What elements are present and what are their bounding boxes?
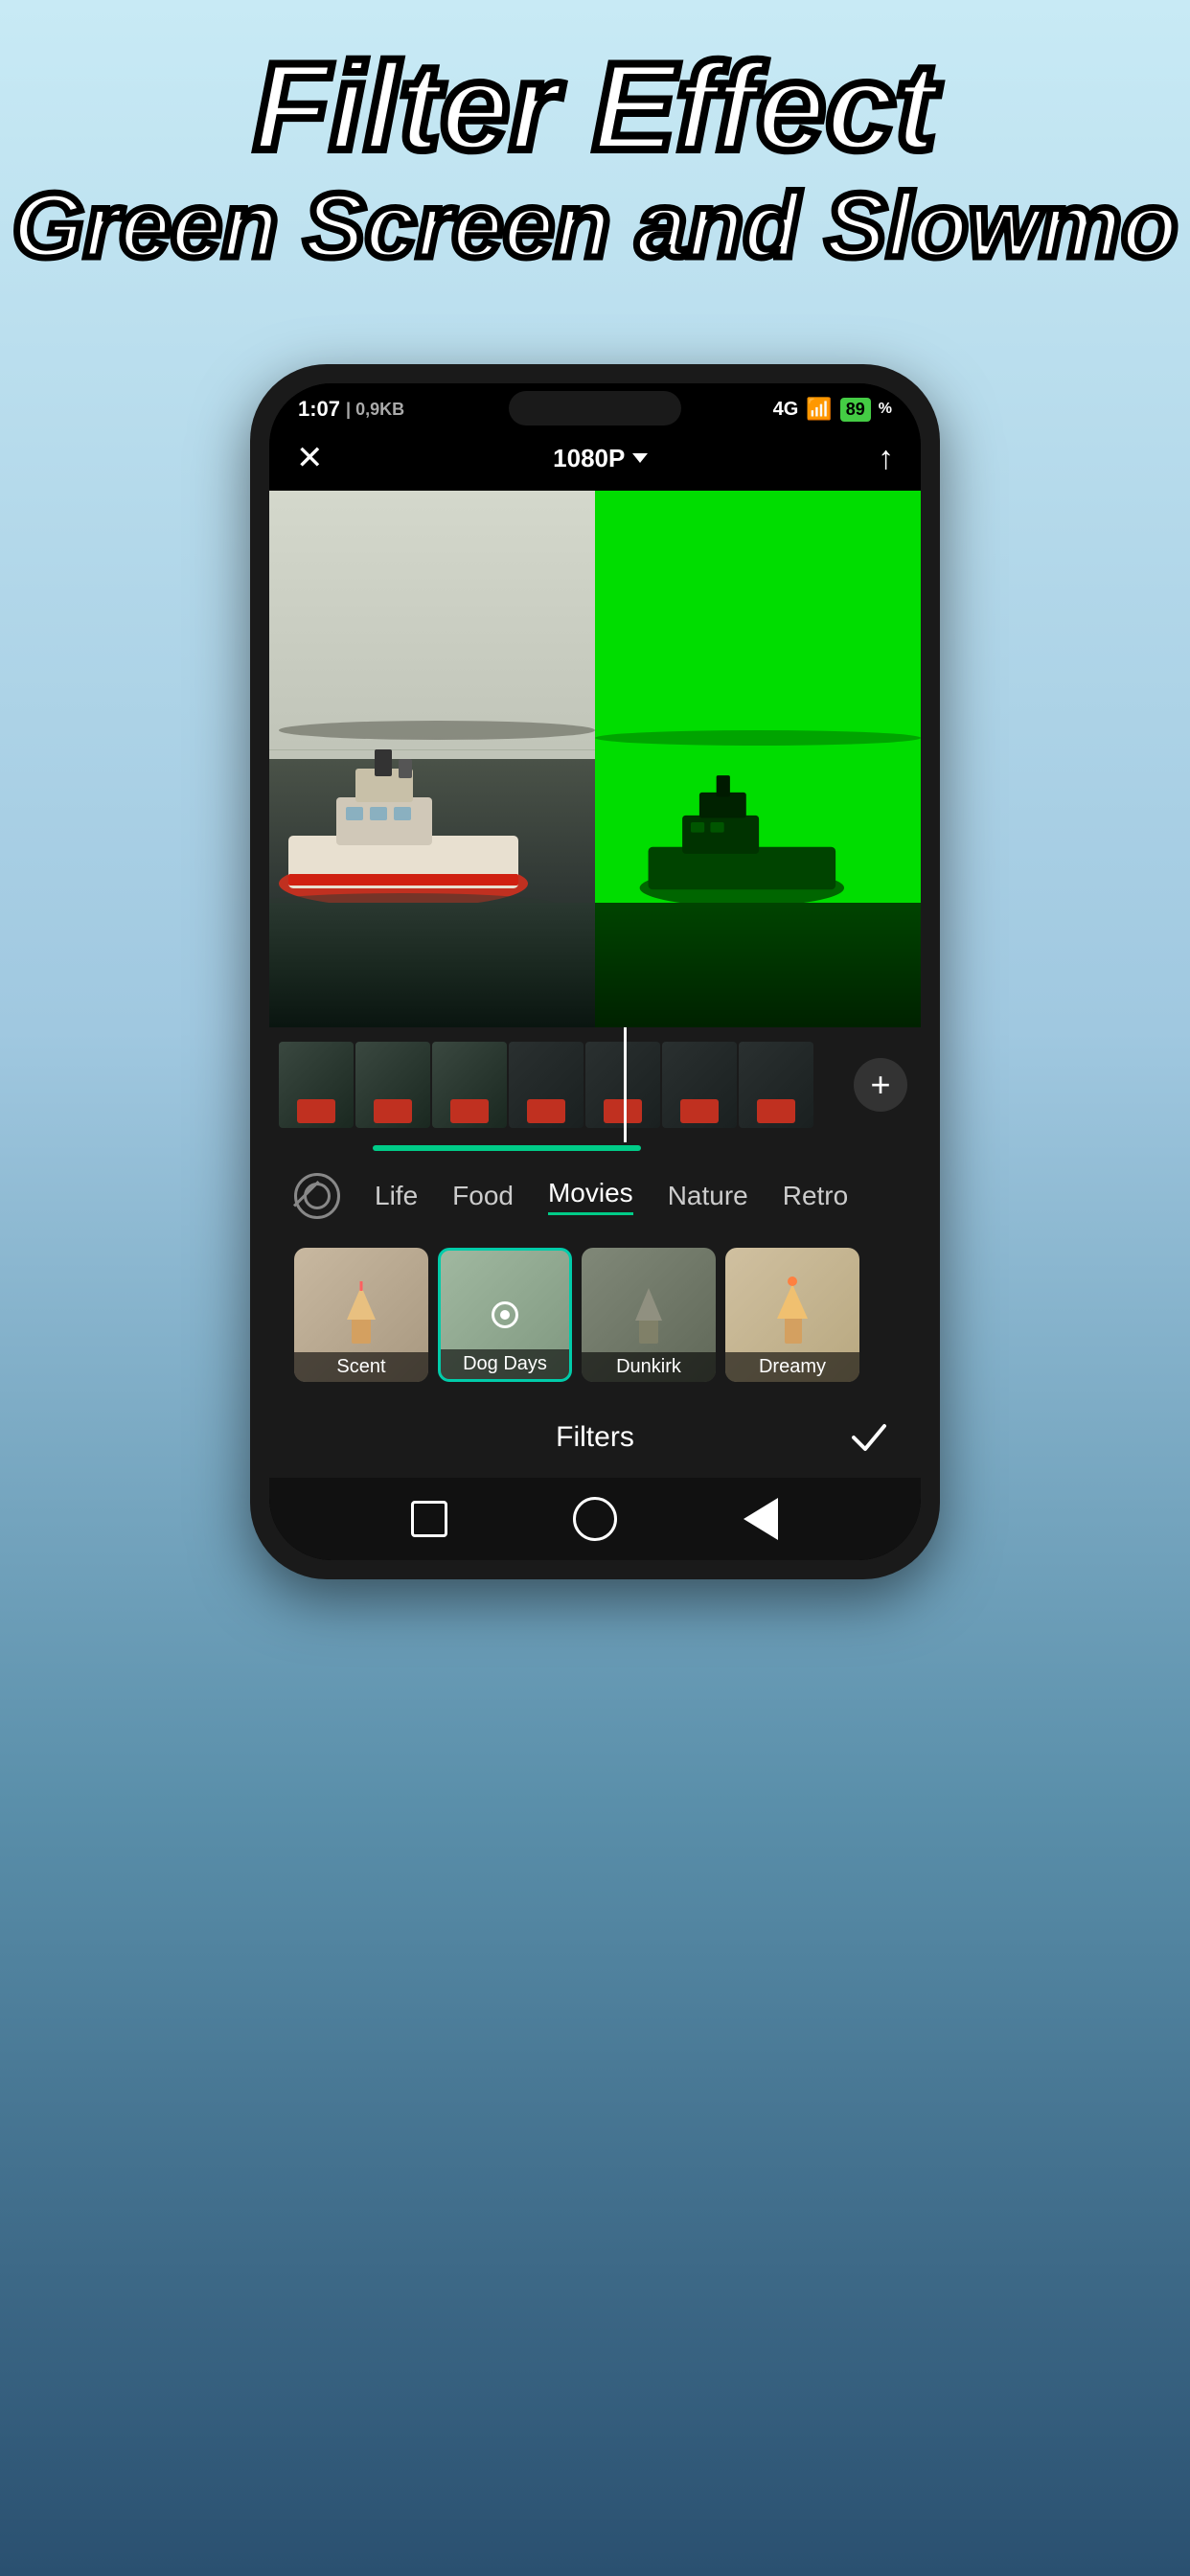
signal-indicator: 4G	[773, 399, 799, 421]
filter-thumb-dreamy[interactable]: Dreamy	[725, 1248, 859, 1382]
filter-thumb-dunkirk[interactable]: Dunkirk	[582, 1248, 716, 1382]
timeline-clip-1[interactable]	[279, 1042, 354, 1128]
status-time: 1:07	[298, 397, 340, 422]
iphone-frame: 1:07 | 0,9KB 4G 📶 89 % ✕ 1080P ↑	[250, 364, 940, 1579]
filter-thumb-scent[interactable]: Scent	[294, 1248, 428, 1382]
filter-selected-dot	[492, 1301, 518, 1328]
dunkirk-thumb-art	[620, 1276, 677, 1353]
timeline-strip	[269, 1042, 854, 1128]
filter-thumbs-area: Scent Dog Days	[269, 1238, 921, 1401]
bg-boats-right	[595, 730, 921, 746]
timeline-clip-4[interactable]	[509, 1042, 584, 1128]
video-preview	[269, 491, 921, 1027]
filter-categories: Life Food Movies Nature Retro	[269, 1154, 921, 1238]
timeline-add-button[interactable]: +	[854, 1058, 907, 1112]
filter-label: Filters	[556, 1421, 634, 1454]
filter-label-scent: Scent	[294, 1352, 428, 1382]
timeline-clip-6[interactable]	[662, 1042, 737, 1128]
dreamy-thumb-art	[764, 1276, 821, 1353]
filter-label-dunkirk: Dunkirk	[582, 1352, 716, 1382]
filter-label-dreamy: Dreamy	[725, 1352, 859, 1382]
water-left	[269, 903, 595, 1027]
nav-home-button[interactable]	[571, 1495, 619, 1543]
status-data: | 0,9KB	[346, 400, 404, 420]
title-line2: Green Screen and Slowmo	[0, 175, 1190, 277]
nav-home-icon	[573, 1497, 617, 1541]
quality-label: 1080P	[553, 444, 625, 473]
title-area: Filter Effect Green Screen and Slowmo	[0, 38, 1190, 277]
filter-cat-food[interactable]: Food	[452, 1181, 514, 1211]
video-left-panel	[269, 491, 595, 1027]
quality-selector[interactable]: 1080P	[553, 444, 648, 473]
bg-boats-left	[279, 721, 595, 740]
nav-square-button[interactable]	[405, 1495, 453, 1543]
filter-cat-movies[interactable]: Movies	[548, 1178, 633, 1215]
close-button[interactable]: ✕	[296, 439, 324, 477]
chevron-down-icon	[632, 453, 648, 463]
timeline-playhead	[624, 1027, 627, 1142]
timeline-area: +	[269, 1027, 921, 1142]
filter-cat-retro[interactable]: Retro	[783, 1181, 848, 1211]
phone-container: 1:07 | 0,9KB 4G 📶 89 % ✕ 1080P ↑	[250, 364, 940, 1579]
phone-nav-bar	[269, 1478, 921, 1560]
share-button[interactable]: ↑	[878, 440, 894, 477]
filter-selected-dot-inner	[500, 1310, 510, 1320]
scent-thumb-art	[332, 1276, 390, 1353]
confirm-checkmark[interactable]	[846, 1414, 892, 1460]
check-icon	[848, 1416, 890, 1459]
video-right-panel	[595, 491, 921, 1027]
nav-back-icon	[744, 1498, 778, 1540]
filter-thumb-dogdays[interactable]: Dog Days	[438, 1248, 572, 1382]
status-right: 4G 📶 89 %	[773, 397, 892, 422]
status-left: 1:07 | 0,9KB	[298, 397, 404, 422]
nav-square-icon	[411, 1501, 447, 1537]
progress-bar-area	[269, 1142, 921, 1154]
app-header: ✕ 1080P ↑	[269, 429, 921, 491]
progress-bar-fill	[373, 1145, 641, 1151]
filter-bottom-bar: Filters	[269, 1401, 921, 1478]
battery-icon: 89	[840, 398, 871, 422]
filter-cat-life[interactable]: Life	[375, 1181, 418, 1211]
timeline-clip-5[interactable]	[585, 1042, 660, 1128]
filter-label-dogdays: Dog Days	[441, 1349, 569, 1379]
water-right	[595, 903, 921, 1027]
filter-cat-nature[interactable]: Nature	[668, 1181, 748, 1211]
wifi-icon: 📶	[806, 397, 832, 422]
camera-notch	[509, 391, 681, 426]
timeline-clip-2[interactable]	[355, 1042, 430, 1128]
title-line1: Filter Effect	[0, 38, 1190, 175]
no-filter-icon	[304, 1183, 331, 1209]
sky-left	[269, 491, 595, 759]
timeline-clip-3[interactable]	[432, 1042, 507, 1128]
timeline-clip-7[interactable]	[739, 1042, 813, 1128]
nav-back-button[interactable]	[737, 1495, 785, 1543]
filter-none-icon[interactable]	[294, 1173, 340, 1219]
